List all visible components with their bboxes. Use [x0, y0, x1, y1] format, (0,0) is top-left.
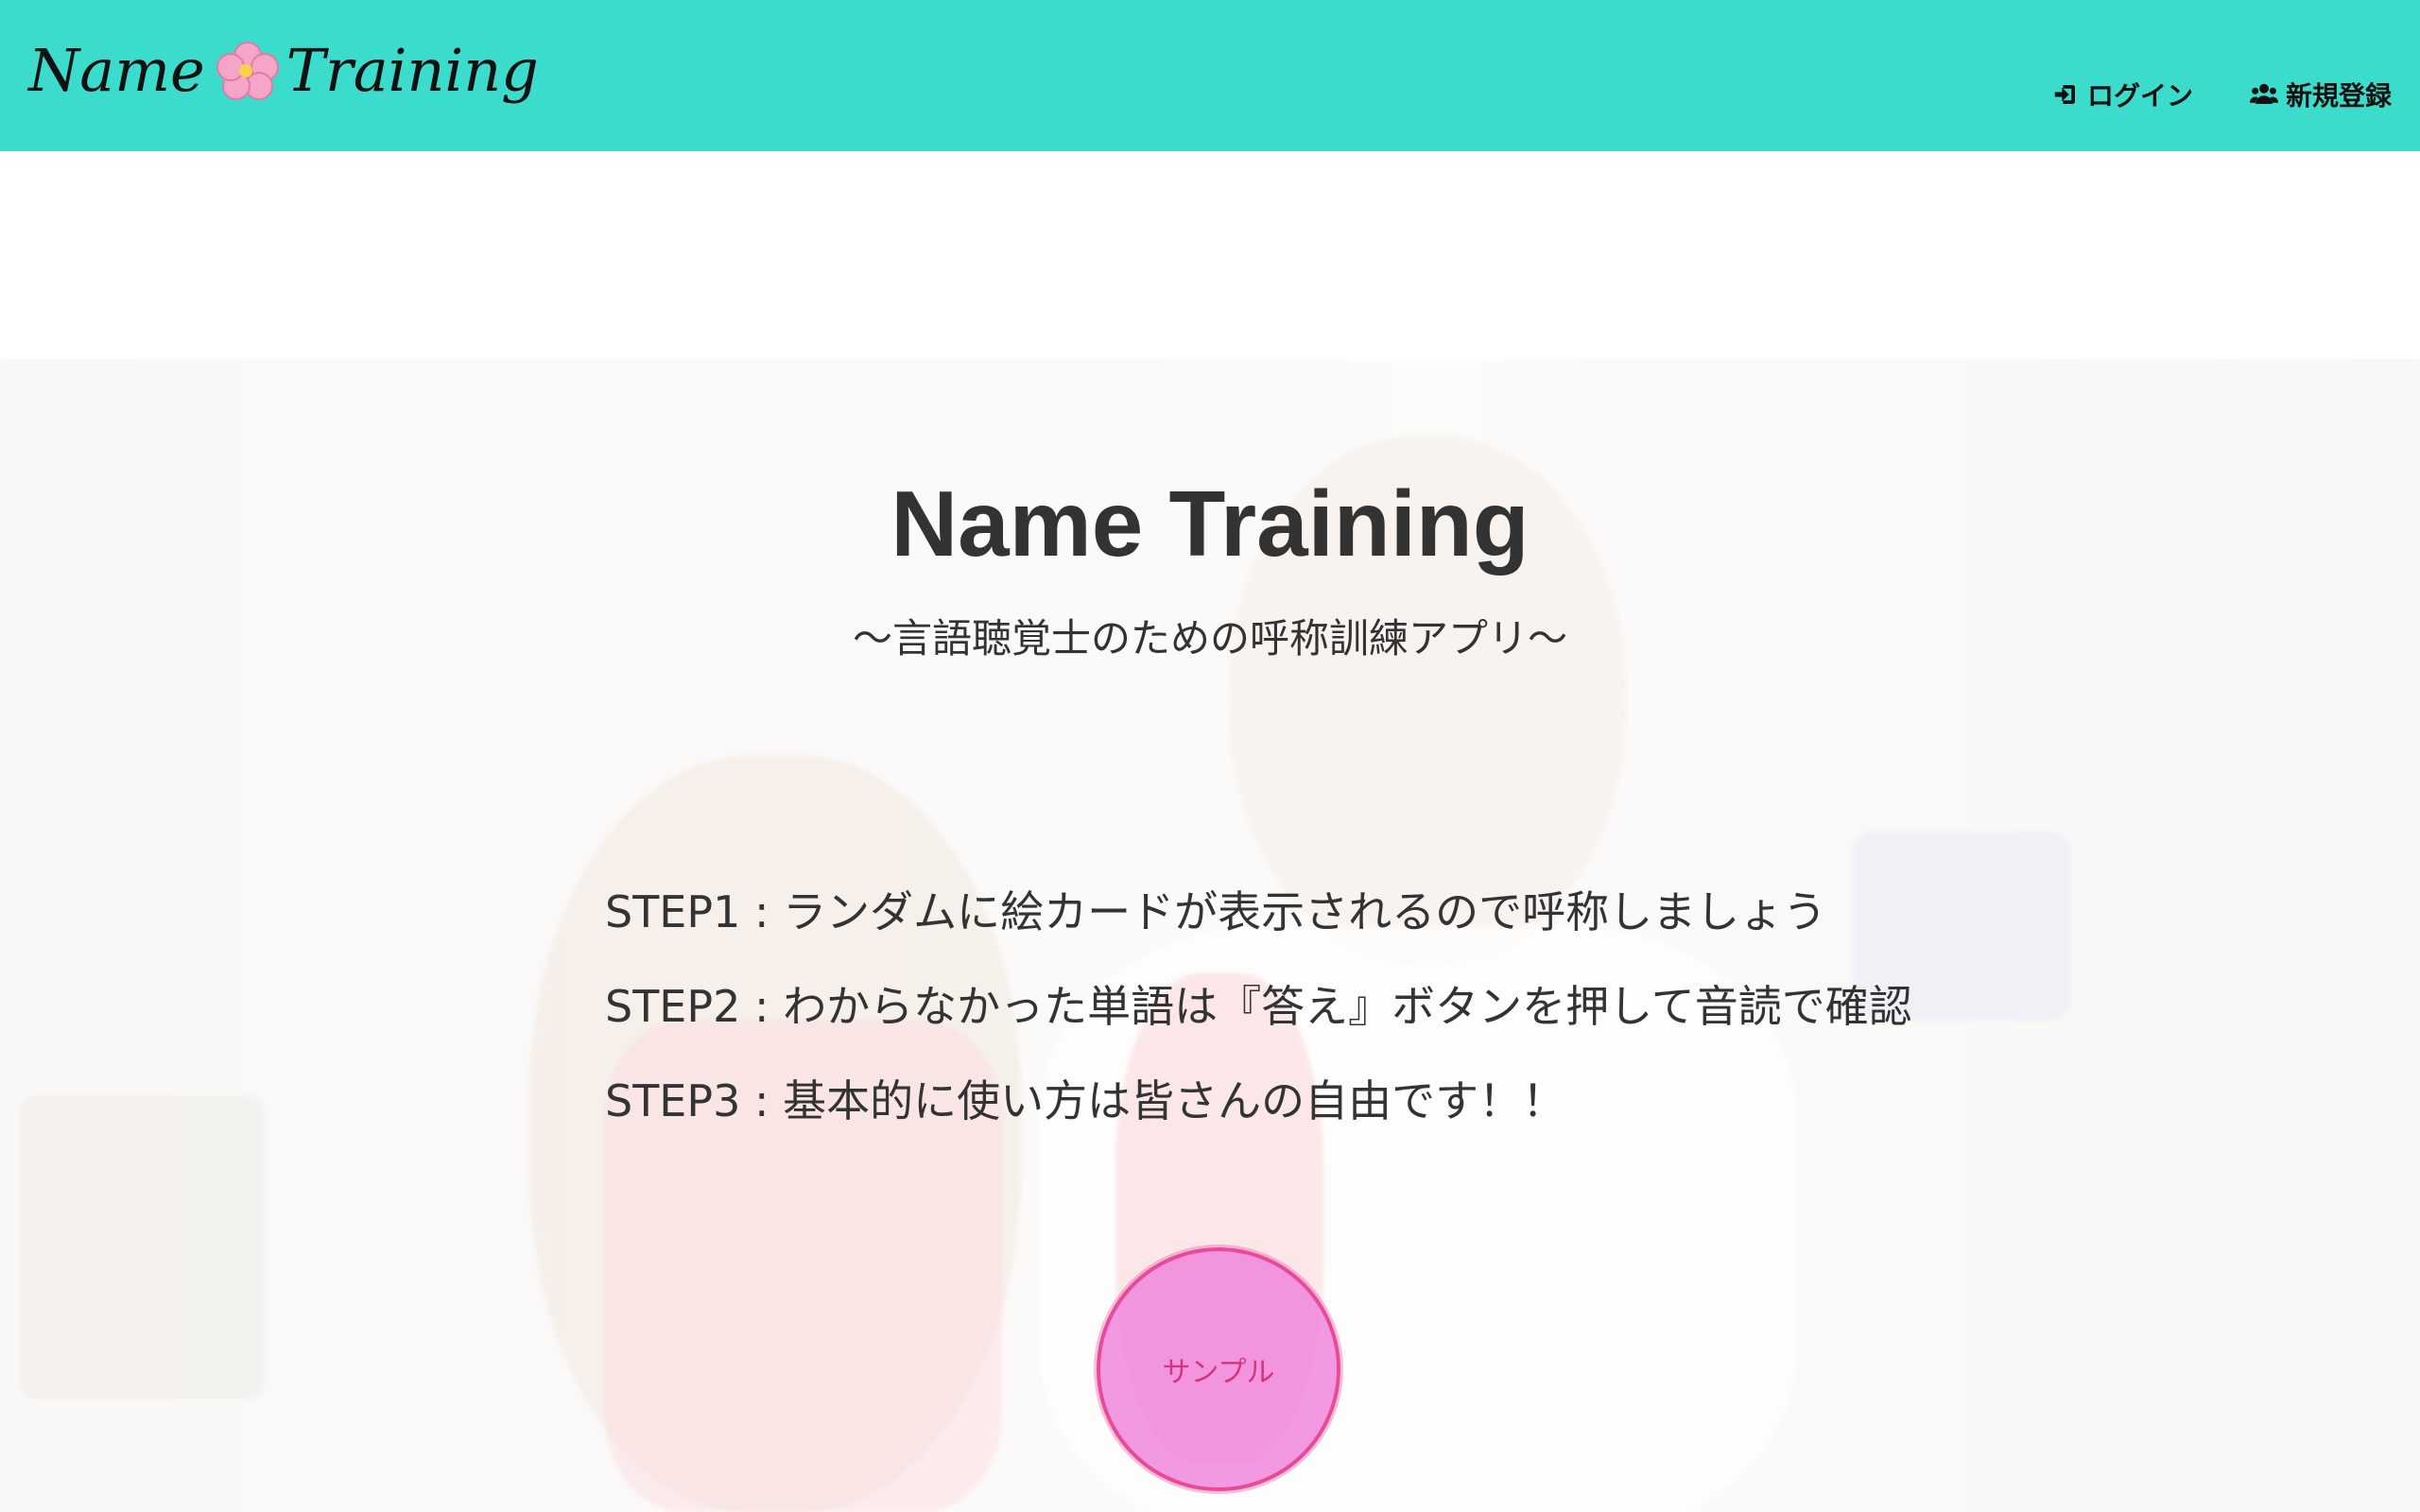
sign-in-icon: [2054, 85, 2075, 104]
sample-button[interactable]: サンプル: [1097, 1247, 1340, 1491]
login-label: ログイン: [2086, 80, 2193, 112]
signup-link[interactable]: 新規登録: [2249, 76, 2392, 113]
hero-section: Name Training 〜言語聴覚士のための呼称訓練アプリ〜 STEP1 :…: [0, 359, 2420, 1512]
brand-name-right: Training: [285, 36, 539, 105]
step-item: STEP2 : わからなかった単語は『答え』ボタンを押して音読で確認: [605, 981, 1912, 1032]
step-item: STEP3 : 基本的に使い方は皆さんの自由です！！: [605, 1075, 1566, 1126]
login-link[interactable]: ログイン: [2051, 76, 2193, 113]
cherry-blossom-icon: [216, 41, 279, 100]
sample-button-label: サンプル: [1162, 1356, 1275, 1389]
hero-title: Name Training: [890, 472, 1530, 576]
hero-subtitle: 〜言語聴覚士のための呼称訓練アプリ〜: [852, 615, 1567, 662]
brand-logo[interactable]: Name Training: [28, 36, 539, 105]
steps-list: STEP1 : ランダムに絵カードが表示されるので呼称しましょう STEP2 :…: [605, 884, 1912, 1167]
signup-label: 新規登録: [2285, 80, 2392, 112]
navbar: Name Training ログイン 新規登録: [0, 0, 2420, 151]
brand-name-left: Name: [28, 36, 205, 105]
users-icon: [2249, 83, 2278, 104]
step-item: STEP1 : ランダムに絵カードが表示されるので呼称しましょう: [605, 886, 1827, 937]
nav-links: ログイン 新規登録: [2051, 76, 2392, 113]
